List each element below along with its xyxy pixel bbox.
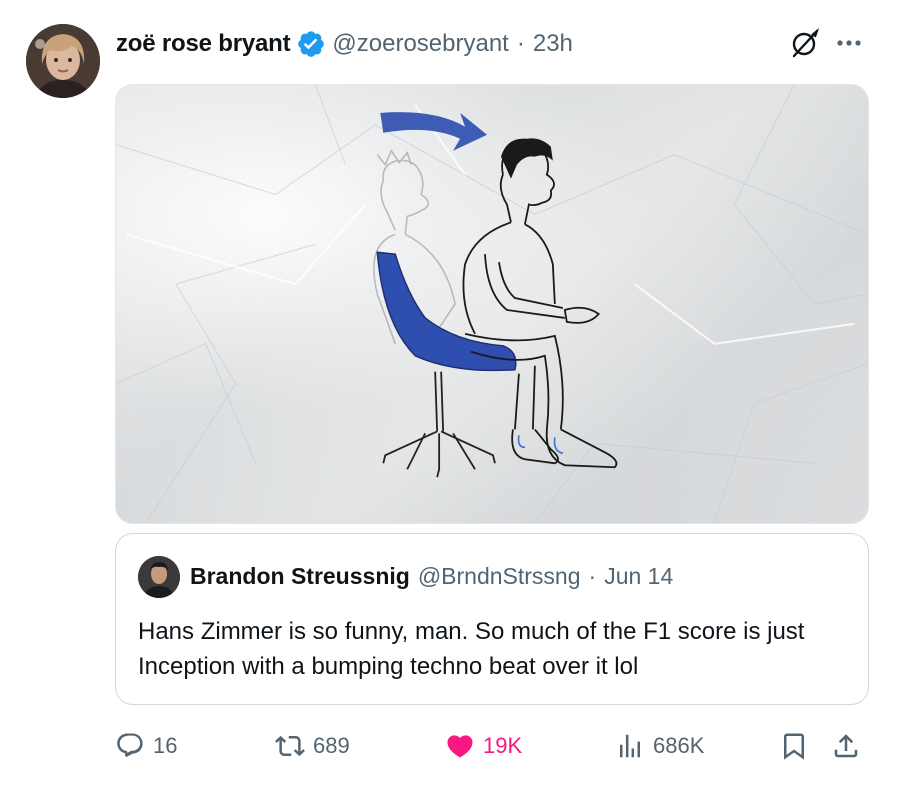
bookmark-button[interactable]: [779, 724, 809, 768]
share-button[interactable]: [831, 724, 861, 768]
quoted-tweet-header: Brandon Streussnig @BrndnStrssng · Jun 1…: [190, 558, 673, 594]
repost-count: 689: [313, 733, 350, 758]
reply-count: 16: [153, 733, 178, 758]
quoted-tweet-date[interactable]: Jun 14: [604, 563, 673, 590]
tweet[interactable]: zoë rose bryant @zoerosebryant · 23h Bra…: [0, 0, 918, 792]
views-count: 686K: [653, 733, 705, 758]
author-display-name[interactable]: zoë rose bryant: [116, 30, 291, 58]
quoted-author-display-name[interactable]: Brandon Streussnig: [190, 563, 410, 590]
more-icon[interactable]: [832, 28, 866, 58]
share-icon: [834, 734, 858, 758]
views-button[interactable]: 686K: [615, 724, 704, 768]
bookmark-icon: [784, 733, 804, 760]
tweet-actions-bar: 16 689 19K 686K: [115, 724, 869, 768]
separator-dot: ·: [588, 562, 597, 589]
repost-button[interactable]: 689: [275, 724, 350, 768]
quoted-author-handle[interactable]: @BrndnStrssng: [418, 563, 581, 590]
verified-badge-icon[interactable]: [296, 29, 326, 59]
author-avatar[interactable]: [26, 24, 100, 98]
reply-button[interactable]: 16: [115, 724, 177, 768]
tweet-timestamp[interactable]: 23h: [533, 30, 573, 58]
author-handle[interactable]: @zoerosebryant: [332, 30, 508, 58]
grok-icon[interactable]: [788, 26, 822, 60]
tweet-media-image[interactable]: [115, 84, 869, 524]
views-chart-icon: [620, 734, 640, 758]
like-button[interactable]: 19K: [445, 724, 522, 768]
separator-dot: ·: [516, 30, 525, 57]
heart-filled-icon: [447, 735, 473, 758]
quoted-author-avatar[interactable]: [138, 556, 180, 598]
quoted-tweet[interactable]: Brandon Streussnig @BrndnStrssng · Jun 1…: [115, 533, 869, 705]
repost-icon: [275, 735, 305, 757]
quoted-tweet-text: Hans Zimmer is so funny, man. So much of…: [138, 618, 805, 680]
reply-icon: [117, 733, 143, 757]
tweet-header: zoë rose bryant @zoerosebryant · 23h: [116, 24, 573, 64]
like-count: 19K: [483, 733, 523, 758]
